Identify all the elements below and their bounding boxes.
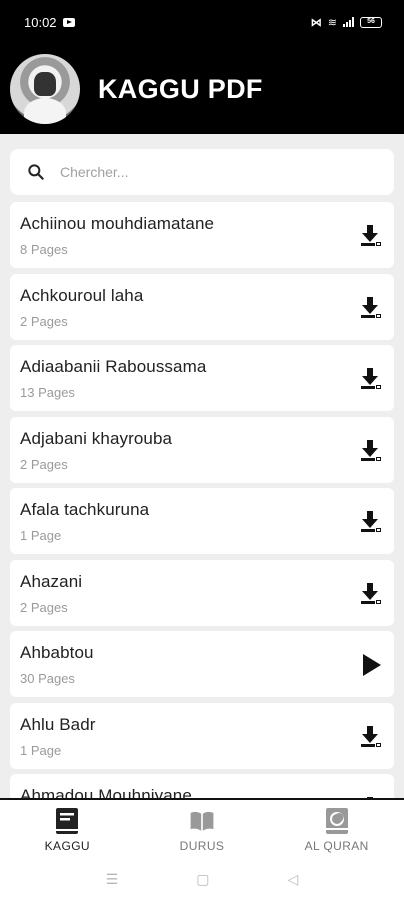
battery-icon: 56 xyxy=(360,16,382,28)
bottom-nav: KAGGU DURUS AL QURAN xyxy=(0,798,404,858)
download-icon[interactable] xyxy=(358,438,384,464)
item-title: Ahazani xyxy=(20,571,83,591)
item-page-count: 8 Pages xyxy=(20,242,68,257)
list-item[interactable]: Afala tachkuruna 1 Page xyxy=(10,488,394,554)
tab-label: KAGGU xyxy=(44,839,90,853)
item-page-count: 2 Pages xyxy=(20,599,68,615)
tab-label: AL QURAN xyxy=(304,839,369,853)
play-icon[interactable] xyxy=(358,652,384,678)
wifi-icon: ≋ xyxy=(327,16,337,29)
signal-extra-icon: ⋈ xyxy=(310,16,322,29)
system-nav-bar: ☰ ▢ ◁ xyxy=(0,858,404,900)
avatar[interactable] xyxy=(10,54,80,124)
list-item[interactable]: Adjabani khayrouba 2 Pages xyxy=(10,416,394,483)
item-title: Ahmadou Mouhniyane xyxy=(20,786,192,798)
cell-signal-icon xyxy=(343,17,354,27)
item-page-count: 30 Pages xyxy=(20,671,75,686)
download-icon[interactable] xyxy=(358,223,384,249)
main-content: Achiinou mouhdiamatane 8 Pages Achkouroul … xyxy=(0,134,404,798)
home-icon[interactable]: ▢ xyxy=(196,872,209,886)
list-item[interactable]: Adiaabanii Raboussama 13 Pages xyxy=(10,345,394,411)
app-bar: KAGGU PDF xyxy=(0,44,404,134)
download-icon[interactable] xyxy=(358,295,384,321)
item-page-count: 2 Pages xyxy=(20,313,68,329)
menu-icon[interactable]: ☰ xyxy=(106,872,119,886)
item-title: Afala tachkuruna xyxy=(20,500,150,519)
list-item[interactable]: Achiinou mouhdiamatane 8 Pages xyxy=(10,202,394,268)
youtube-notification-icon xyxy=(62,17,75,27)
item-page-count: 1 Page xyxy=(20,742,62,758)
search-bar[interactable] xyxy=(10,149,394,195)
download-icon[interactable] xyxy=(358,581,384,607)
pdf-list: Achiinou mouhdiamatane 8 Pages Achkouroul … xyxy=(10,202,394,798)
download-icon[interactable] xyxy=(358,366,384,392)
tab-label: DURUS xyxy=(179,839,225,853)
item-title: Ahlu Badr xyxy=(20,714,96,734)
list-item[interactable]: Ahmadou Mouhniyane xyxy=(10,774,394,798)
tab-durus[interactable]: DURUS xyxy=(135,800,270,858)
open-book-icon xyxy=(190,811,214,831)
item-page-count: 2 Pages xyxy=(20,456,68,472)
item-page-count: 1 Page xyxy=(20,528,62,543)
status-bar: 10:02 ⋈ ≋ 56 xyxy=(0,0,404,44)
search-input[interactable] xyxy=(60,164,360,180)
tab-kaggu[interactable]: KAGGU xyxy=(0,800,135,858)
item-title: Achiinou mouhdiamatane xyxy=(20,214,215,233)
list-item[interactable]: Ahbabtou 30 Pages xyxy=(10,631,394,697)
download-icon[interactable] xyxy=(358,509,384,535)
tab-al-quran[interactable]: AL QURAN xyxy=(269,800,404,858)
item-page-count: 13 Pages xyxy=(20,385,75,400)
search-icon xyxy=(28,164,44,180)
download-icon[interactable] xyxy=(358,724,384,750)
app-title: KAGGU PDF xyxy=(98,73,263,104)
quran-icon xyxy=(325,808,348,834)
back-icon[interactable]: ◁ xyxy=(288,872,299,886)
list-item[interactable]: Ahlu Badr 1 Page xyxy=(10,702,394,769)
item-title: Adjabani khayrouba xyxy=(20,428,173,448)
list-item[interactable]: Ahazani 2 Pages xyxy=(10,559,394,626)
item-title: Ahbabtou xyxy=(20,643,94,662)
book-icon xyxy=(56,808,79,834)
list-item[interactable]: Achkouroul laha 2 Pages xyxy=(10,273,394,340)
item-title: Achkouroul laha xyxy=(20,285,144,305)
clock: 10:02 xyxy=(24,14,57,30)
item-title: Adiaabanii Raboussama xyxy=(20,357,207,376)
